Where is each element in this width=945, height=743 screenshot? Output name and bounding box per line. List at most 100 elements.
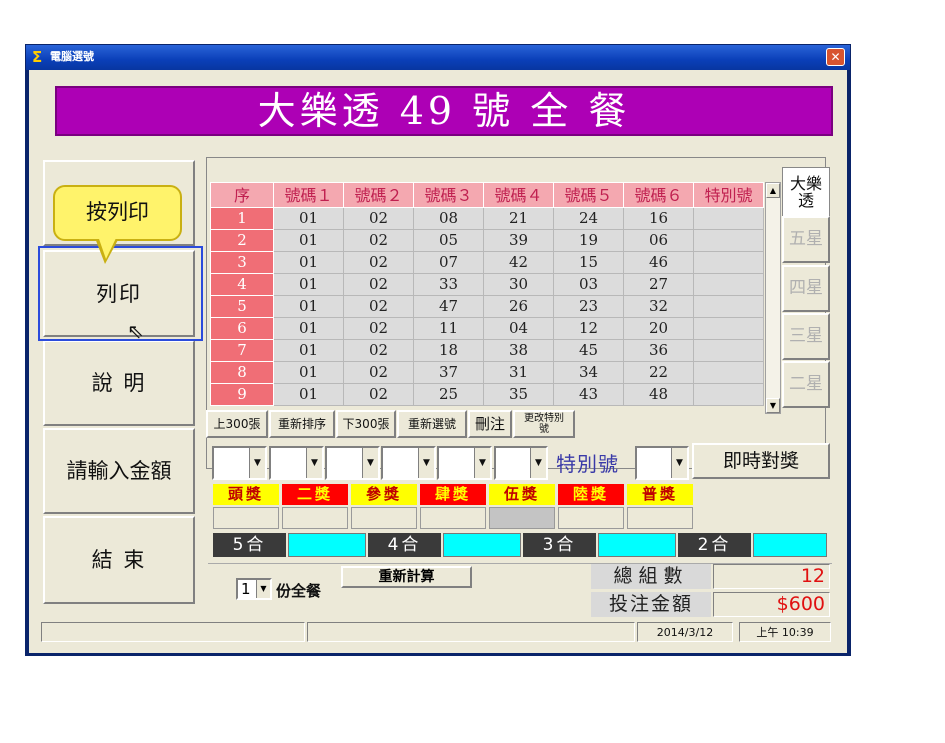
grid-header-cell[interactable]: 號碼６: [623, 182, 694, 208]
number-cell[interactable]: 02: [343, 339, 414, 362]
number-cell[interactable]: 37: [413, 361, 484, 384]
chevron-down-icon[interactable]: ▼: [306, 448, 322, 478]
set-count-combo[interactable]: 1 ▼: [236, 578, 272, 600]
number-combo-4[interactable]: ▼: [381, 446, 436, 480]
number-cell[interactable]: 22: [623, 361, 694, 384]
number-cell[interactable]: 24: [553, 207, 624, 230]
number-cell[interactable]: 25: [413, 383, 484, 406]
number-cell[interactable]: 05: [413, 229, 484, 252]
number-cell[interactable]: 01: [273, 361, 344, 384]
number-cell[interactable]: 39: [483, 229, 554, 252]
number-cell[interactable]: 01: [273, 273, 344, 296]
number-cell[interactable]: 26: [483, 295, 554, 318]
table-row[interactable]: 2 01 02 05 39 19 06: [210, 229, 764, 252]
row-seq-cell[interactable]: 7: [210, 339, 274, 362]
grid-header-cell[interactable]: 號碼２: [343, 182, 414, 208]
number-cell[interactable]: 01: [273, 229, 344, 252]
number-cell[interactable]: 18: [413, 339, 484, 362]
title-bar[interactable]: Σ 電腦選號 ✕: [26, 45, 850, 70]
chevron-down-icon[interactable]: ▼: [474, 448, 490, 478]
number-cell[interactable]: 03: [553, 273, 624, 296]
chevron-down-icon[interactable]: ▼: [530, 448, 546, 478]
row-seq-cell[interactable]: 2: [210, 229, 274, 252]
number-cell[interactable]: 30: [483, 273, 554, 296]
row-seq-cell[interactable]: 5: [210, 295, 274, 318]
number-cell[interactable]: 01: [273, 207, 344, 230]
number-combo-6[interactable]: ▼: [494, 446, 548, 480]
enter-amount-button[interactable]: 請輸入金額: [43, 428, 195, 514]
tab-five-star[interactable]: 五星: [782, 216, 830, 263]
row-seq-cell[interactable]: 9: [210, 383, 274, 406]
chevron-down-icon[interactable]: ▼: [418, 448, 434, 478]
number-cell[interactable]: 07: [413, 251, 484, 274]
number-cell[interactable]: 16: [623, 207, 694, 230]
number-cell[interactable]: 04: [483, 317, 554, 340]
row-seq-cell[interactable]: 6: [210, 317, 274, 340]
number-cell[interactable]: 15: [553, 251, 624, 274]
special-number-combo[interactable]: ▼: [635, 446, 689, 480]
number-cell[interactable]: 02: [343, 383, 414, 406]
table-row[interactable]: 8 01 02 37 31 34 22: [210, 361, 764, 384]
delete-bet-button[interactable]: 刪注: [468, 410, 512, 438]
scroll-up-icon[interactable]: ▲: [766, 183, 780, 198]
chevron-down-icon[interactable]: ▼: [249, 448, 265, 478]
number-cell[interactable]: 08: [413, 207, 484, 230]
number-cell[interactable]: [693, 251, 764, 274]
number-cell[interactable]: 02: [343, 317, 414, 340]
number-cell[interactable]: 02: [343, 273, 414, 296]
grid-scrollbar[interactable]: ▲ ▼: [765, 182, 781, 414]
number-cell[interactable]: 33: [413, 273, 484, 296]
number-cell[interactable]: 21: [483, 207, 554, 230]
numbers-grid[interactable]: 序號碼１ 號碼２ 號碼３ 號碼４ 號碼５ 號碼６ 特別號 1 01 02 08 21 24 16 2 01 02…: [210, 182, 764, 414]
tab-lotto[interactable]: 大樂 透: [782, 167, 830, 217]
number-cell[interactable]: 27: [623, 273, 694, 296]
number-cell[interactable]: [693, 229, 764, 252]
number-cell[interactable]: 01: [273, 383, 344, 406]
number-cell[interactable]: 11: [413, 317, 484, 340]
check-prize-button[interactable]: 即時對獎: [692, 443, 830, 479]
number-cell[interactable]: 42: [483, 251, 554, 274]
number-cell[interactable]: 20: [623, 317, 694, 340]
number-cell[interactable]: [693, 317, 764, 340]
number-cell[interactable]: [693, 273, 764, 296]
table-row[interactable]: 6 01 02 11 04 12 20: [210, 317, 764, 340]
number-cell[interactable]: 02: [343, 361, 414, 384]
number-cell[interactable]: 02: [343, 229, 414, 252]
number-cell[interactable]: 02: [343, 207, 414, 230]
number-cell[interactable]: 12: [553, 317, 624, 340]
grid-header-cell[interactable]: 序: [210, 182, 274, 208]
table-row[interactable]: 7 01 02 18 38 45 36: [210, 339, 764, 362]
prev-300-button[interactable]: 上300張: [206, 410, 268, 438]
grid-header-cell[interactable]: 號碼３: [413, 182, 484, 208]
next-300-button[interactable]: 下300張: [336, 410, 396, 438]
number-cell[interactable]: 43: [553, 383, 624, 406]
resort-button[interactable]: 重新排序: [269, 410, 335, 438]
number-cell[interactable]: 02: [343, 251, 414, 274]
number-combo-2[interactable]: ▼: [269, 446, 324, 480]
table-row[interactable]: 1 01 02 08 21 24 16: [210, 207, 764, 230]
number-cell[interactable]: 01: [273, 295, 344, 318]
row-seq-cell[interactable]: 8: [210, 361, 274, 384]
number-cell[interactable]: 35: [483, 383, 554, 406]
grid-header-cell[interactable]: 號碼１: [273, 182, 344, 208]
number-cell[interactable]: [693, 383, 764, 406]
table-row[interactable]: 4 01 02 33 30 03 27: [210, 273, 764, 296]
reselect-button[interactable]: 重新選號: [397, 410, 467, 438]
table-row[interactable]: 9 01 02 25 35 43 48: [210, 383, 764, 406]
number-combo-3[interactable]: ▼: [325, 446, 380, 480]
number-cell[interactable]: 38: [483, 339, 554, 362]
number-cell[interactable]: 32: [623, 295, 694, 318]
number-cell[interactable]: 23: [553, 295, 624, 318]
tab-three-star[interactable]: 三星: [782, 313, 830, 360]
number-cell[interactable]: 36: [623, 339, 694, 362]
number-cell[interactable]: [693, 361, 764, 384]
number-cell[interactable]: 47: [413, 295, 484, 318]
number-cell[interactable]: 06: [623, 229, 694, 252]
tab-four-star[interactable]: 四星: [782, 265, 830, 312]
exit-button[interactable]: 結 束: [43, 516, 195, 604]
number-cell[interactable]: 01: [273, 317, 344, 340]
number-cell[interactable]: 31: [483, 361, 554, 384]
grid-header-cell[interactable]: 特別號: [693, 182, 764, 208]
number-cell[interactable]: [693, 339, 764, 362]
number-cell[interactable]: 19: [553, 229, 624, 252]
